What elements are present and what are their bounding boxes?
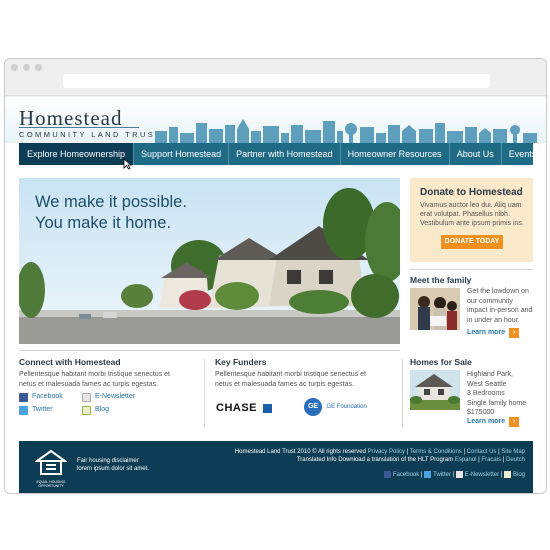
nav-explore-homeownership[interactable]: Explore Homeownership	[19, 143, 135, 165]
footer-fracais-link[interactable]: Fracais	[481, 457, 501, 463]
window-dot-3[interactable]	[35, 64, 42, 71]
hero-banner[interactable]: We make it possible. You make it home.	[19, 178, 400, 344]
homes-learn-more-label: Learn more	[467, 418, 506, 425]
ge-monogram: GE	[304, 398, 322, 416]
footer-separator: |	[500, 472, 503, 479]
footer-twitter-link[interactable]: Twitter	[433, 472, 451, 478]
connect-blog-link[interactable]: Blog	[95, 406, 109, 413]
home-photo[interactable]	[410, 370, 460, 410]
facebook-icon	[19, 393, 28, 402]
family-learn-more-label: Learn more	[467, 329, 506, 336]
footer-links-row-2: Translated Info Download a translation o…	[297, 457, 525, 463]
family-title: Meet the family	[410, 275, 472, 285]
envelope-icon	[455, 471, 463, 478]
nav-about-us[interactable]: About Us	[450, 143, 502, 165]
browser-toolbar	[5, 59, 546, 96]
footer-separator: |	[463, 449, 466, 455]
home-details: Highland Park, West Seattle 3 Bedrooms S…	[467, 370, 533, 418]
hero-line-2: You make it home.	[35, 214, 172, 232]
logo-rule	[19, 127, 139, 128]
footer-privacy-link[interactable]: Privacy Policy	[368, 449, 405, 455]
fair-housing-line-1: Fair housing disclaimer	[77, 458, 139, 464]
hero-line-1: We make it possible.	[35, 193, 187, 211]
logo-tagline[interactable]: COMMUNITY LAND TRUST	[19, 130, 162, 139]
twitter-icon	[424, 471, 432, 478]
footer-links-row-1: Homestead Land Trust 2010 © All rights r…	[235, 449, 525, 455]
footer-contact-link[interactable]: Contact Us	[467, 449, 497, 455]
footer-translated-text: Translated Info Download a translation o…	[296, 457, 454, 463]
homes-learn-more[interactable]: Learn more ›	[467, 417, 520, 427]
window-dot-2[interactable]	[23, 64, 30, 71]
facebook-icon	[383, 471, 391, 478]
home-detail-line: 3 Bedrooms	[467, 390, 505, 397]
ge-foundation-logo[interactable]: GE GE Foundation	[304, 398, 367, 416]
divider	[402, 359, 403, 427]
chase-octagon-icon	[262, 403, 272, 413]
connect-enewsletter-link[interactable]: E-Newsletter	[95, 393, 135, 400]
divider	[204, 359, 205, 427]
divider	[19, 350, 400, 351]
connect-title: Connect with Homestead	[19, 357, 121, 367]
footer-deutch-link[interactable]: Deutch	[506, 457, 525, 463]
mouse-cursor-icon	[123, 158, 133, 170]
footer-enewsletter-link[interactable]: E-Newsletter	[465, 472, 499, 478]
nav-events[interactable]: Events	[502, 143, 544, 165]
footer-separator: |	[452, 472, 455, 479]
family-photo[interactable]	[410, 288, 460, 330]
nav-support-homestead[interactable]: Support Homestead	[134, 143, 230, 165]
chase-logo[interactable]: CHASE	[216, 402, 272, 414]
connect-facebook-link[interactable]: Facebook	[32, 393, 63, 400]
connect-twitter-link[interactable]: Twitter	[32, 406, 53, 413]
home-detail-line: Highland Park,	[467, 371, 513, 378]
donate-title: Donate to Homestead	[420, 187, 523, 198]
window-dot-1[interactable]	[11, 64, 18, 71]
equal-housing-text: EQUAL HOUSING OPPORTUNITY	[36, 480, 66, 488]
equal-housing-logo: EQUAL HOUSING OPPORTUNITY	[33, 449, 69, 488]
footer-separator: |	[420, 472, 423, 479]
blog-icon	[82, 406, 91, 415]
footer-social-row: Facebook | Twitter | E-Newsletter | Blog	[383, 471, 525, 479]
envelope-icon	[82, 393, 91, 402]
family-learn-more[interactable]: Learn more ›	[467, 328, 520, 338]
home-detail-line: West Seattle	[467, 380, 507, 388]
donate-body: Vivamus auctor leo dui. Aliq uam erat vo…	[420, 202, 524, 227]
fair-housing-line-2: lorem ipsum dolor sit amet.	[77, 466, 150, 472]
main-nav: Explore Homeownership Support Homestead …	[19, 143, 536, 165]
family-body: Get the lowdown on our community impact …	[467, 288, 533, 324]
footer-separator: |	[478, 457, 480, 463]
arrow-right-icon: ›	[509, 328, 520, 338]
nav-partner-with-homestead[interactable]: Partner with Homestead	[229, 143, 341, 165]
footer-separator: |	[406, 449, 409, 455]
donate-today-button[interactable]: DONATE TODAY	[441, 235, 503, 249]
arrow-right-icon: ›	[509, 417, 520, 427]
website: Homestead COMMUNITY LAND TRUST Explore H…	[5, 97, 546, 493]
ge-foundation-name: GE Foundation	[326, 404, 367, 410]
footer-separator: |	[498, 449, 500, 455]
divider	[410, 269, 533, 270]
connect-body: Pellentesque habitant morbi tristique se…	[19, 371, 170, 388]
skyline-graphic	[155, 119, 537, 143]
donate-box: Donate to Homestead Vivamus auctor leo d…	[410, 178, 533, 262]
blog-icon	[503, 471, 511, 478]
browser-window: Homestead COMMUNITY LAND TRUST Explore H…	[4, 58, 547, 494]
footer-copyright: Homestead Land Trust 2010 © All rights r…	[234, 449, 366, 455]
chase-logo-text: CHASE	[216, 402, 258, 414]
address-bar[interactable]	[63, 74, 490, 88]
funders-body: Pellentesque habitant morbi tristique se…	[215, 371, 366, 388]
nav-homeowner-resources[interactable]: Homeowner Resources	[341, 143, 450, 165]
hero-headline: We make it possible. You make it home.	[35, 192, 187, 234]
footer-espanol-link[interactable]: Espanol	[455, 457, 477, 463]
home-detail-line: Single family home	[467, 399, 527, 407]
footer-terms-link[interactable]: Terms & Conditions	[410, 449, 462, 455]
site-footer: EQUAL HOUSING OPPORTUNITY Fair housing d…	[19, 441, 533, 493]
twitter-icon	[19, 406, 28, 415]
footer-blog-link[interactable]: Blog	[513, 472, 525, 478]
homes-title: Homes for Sale	[410, 357, 472, 367]
footer-facebook-link[interactable]: Facebook	[393, 472, 419, 478]
footer-sitemap-link[interactable]: Site Map	[501, 449, 525, 455]
site-header: Homestead COMMUNITY LAND TRUST	[5, 97, 546, 143]
funders-title: Key Funders	[215, 357, 267, 367]
equal-housing-icon	[33, 449, 69, 475]
footer-separator: |	[502, 457, 505, 463]
